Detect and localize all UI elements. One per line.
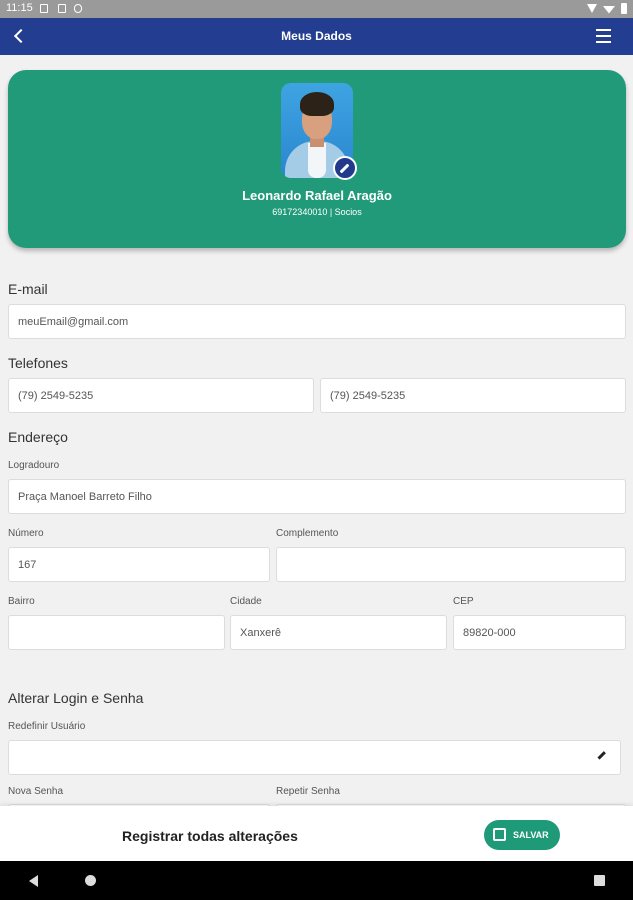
cep-field[interactable] [453, 615, 626, 650]
section-phones: Telefones [8, 355, 68, 371]
nova-senha-label: Nova Senha [8, 786, 64, 797]
cidade-field[interactable] [230, 615, 447, 650]
phone-field-1[interactable] [8, 378, 314, 413]
complemento-field[interactable] [276, 547, 626, 582]
logradouro-field[interactable] [8, 479, 626, 514]
repetir-senha-label: Repetir Senha [276, 786, 340, 797]
email-field[interactable] [8, 304, 626, 339]
edit-photo-button[interactable] [333, 156, 357, 180]
logradouro-label: Logradouro [8, 460, 60, 471]
wifi-icon [603, 6, 615, 14]
nav-back-icon[interactable] [29, 875, 38, 887]
save-button-label: SALVAR [513, 830, 549, 840]
profile-name: Leonardo Rafael Aragão [242, 188, 392, 203]
nav-home-icon[interactable] [85, 875, 96, 886]
page-title: Meus Dados [281, 29, 352, 43]
profile-card: Leonardo Rafael Aragão 69172340010 | Soc… [8, 70, 626, 248]
shield-icon [74, 4, 82, 13]
bairro-label: Bairro [8, 596, 35, 607]
cidade-label: Cidade [230, 596, 262, 607]
floppy-disk-icon [493, 828, 506, 841]
pencil-icon [339, 163, 350, 174]
status-bar: 11:15 [0, 0, 633, 18]
numero-label: Número [8, 528, 44, 539]
phone-field-2[interactable] [320, 378, 626, 413]
signal-icon [587, 4, 597, 13]
navigation-bar [0, 861, 633, 900]
complemento-label: Complemento [276, 528, 339, 539]
hamburger-menu-icon[interactable] [596, 29, 611, 43]
save-bar: Registrar todas alterações SALVAR [0, 806, 633, 861]
section-address: Endereço [8, 429, 68, 445]
section-email: E-mail [8, 281, 48, 297]
bairro-field[interactable] [8, 615, 225, 650]
sd-card-icon [58, 4, 66, 13]
nav-recents-icon[interactable] [594, 875, 605, 886]
cep-label: CEP [453, 596, 474, 607]
battery-icon [621, 3, 627, 14]
usuario-field[interactable] [8, 740, 621, 775]
save-message: Registrar todas alterações [122, 828, 298, 844]
usuario-label: Redefinir Usuário [8, 721, 86, 732]
numero-field[interactable] [8, 547, 270, 582]
save-button[interactable]: SALVAR [484, 820, 560, 850]
notification-icon [40, 4, 48, 13]
app-bar: Meus Dados [0, 18, 633, 55]
profile-subtitle: 69172340010 | Socios [272, 207, 362, 217]
section-login: Alterar Login e Senha [8, 690, 144, 706]
status-time: 11:15 [6, 2, 33, 14]
edit-pencil-icon[interactable] [597, 751, 606, 760]
